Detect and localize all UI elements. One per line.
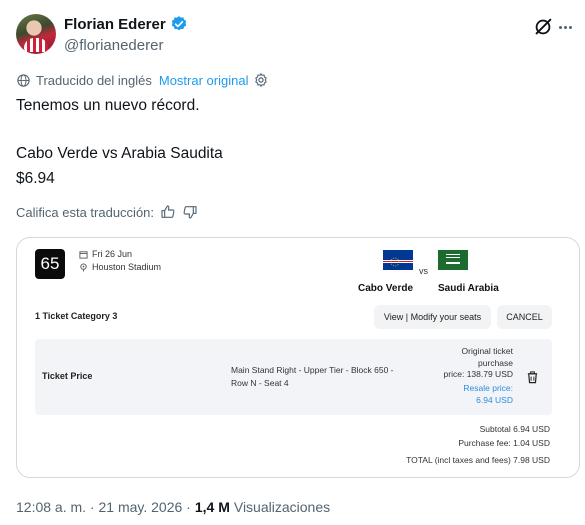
seat-line: Main Stand Right - Upper Tier - Block 65… — [231, 365, 394, 375]
tweet-text-match: Cabo Verde vs Arabia Saudita — [16, 145, 223, 162]
translated-from-label: Traducido del inglés — [36, 72, 152, 88]
event-date: Fri 26 Jun — [79, 249, 132, 259]
rate-translation: Califica esta traducción: — [16, 204, 198, 220]
more-options-icon[interactable] — [554, 16, 576, 38]
timestamp[interactable]: 12:08 a. m. · 21 may. 2026 · — [16, 499, 191, 515]
ticket-price-row: Ticket Price Main Stand Right - Upper Ti… — [35, 339, 552, 415]
tweet-meta: 12:08 a. m. · 21 may. 2026 · 1,4 M Visua… — [16, 499, 330, 515]
total: TOTAL (incl taxes and fees) 7.98 USD — [406, 455, 550, 465]
event-venue: Houston Stadium — [79, 262, 161, 272]
show-original-link[interactable]: Mostrar original — [159, 73, 249, 88]
seat-line: Row N - Seat 4 — [231, 378, 289, 388]
home-team-name: Cabo Verde — [358, 283, 414, 294]
seat-description: Main Stand Right - Upper Tier - Block 65… — [231, 364, 411, 390]
cabo-verde-flag-icon — [383, 250, 413, 270]
author-name-row: Florian Ederer — [64, 15, 188, 33]
purchase-fee: Purchase fee: 1.04 USD — [458, 438, 550, 448]
ticket-screenshot-card[interactable]: 65 Fri 26 Jun Houston Stadium vs Cabo Ve… — [16, 237, 580, 478]
resale-price: Resale price: 6.94 USD — [435, 383, 513, 406]
gear-icon[interactable] — [253, 72, 269, 88]
cancel-button[interactable]: CANCEL — [497, 305, 552, 329]
versus-label: vs — [419, 266, 428, 276]
avatar[interactable] — [16, 14, 56, 54]
calendar-icon — [79, 250, 88, 259]
resale-price-line: 6.94 USD — [476, 394, 513, 405]
tweet-header: Florian Ederer @florianederer — [16, 14, 576, 58]
tweet-text-price: $6.94 — [16, 170, 55, 187]
thumbs-down-icon[interactable] — [182, 204, 198, 220]
views-label: Visualizaciones — [233, 499, 331, 515]
thumbs-up-icon[interactable] — [160, 204, 176, 220]
verified-badge-icon — [171, 16, 186, 31]
globe-icon — [17, 73, 30, 87]
away-team-name: Saudi Arabia — [438, 283, 499, 294]
event-venue-text: Houston Stadium — [92, 262, 162, 272]
original-price-line: price: 138.79 USD — [443, 369, 513, 379]
event-date-text: Fri 26 Jun — [92, 249, 133, 259]
resale-price-line: Resale price: — [463, 383, 513, 393]
match-number-badge: 65 — [35, 249, 65, 279]
ticket-price-label: Ticket Price — [42, 371, 93, 381]
original-price: Original ticket purchase price: 138.79 U… — [435, 346, 513, 381]
tweet-text-line: Tenemos un nuevo récord. — [16, 97, 200, 114]
grok-icon[interactable] — [532, 16, 554, 38]
trash-icon[interactable] — [526, 371, 539, 384]
translation-notice: Traducido del inglés Mostrar original — [16, 72, 269, 88]
author-handle[interactable]: @florianederer — [64, 37, 163, 54]
ticket-category: 1 Ticket Category 3 — [35, 311, 118, 321]
views-count: 1,4 M — [194, 499, 230, 515]
author-display-name[interactable]: Florian Ederer — [64, 16, 166, 33]
rate-translation-label: Califica esta traducción: — [16, 204, 155, 220]
saudi-arabia-flag-icon — [438, 250, 468, 270]
location-pin-icon — [80, 262, 87, 272]
original-price-line: purchase — [478, 357, 513, 368]
subtotal: Subtotal 6.94 USD — [479, 424, 550, 434]
original-price-line: Original ticket — [461, 346, 514, 356]
view-modify-seats-button[interactable]: View | Modify your seats — [374, 305, 491, 329]
